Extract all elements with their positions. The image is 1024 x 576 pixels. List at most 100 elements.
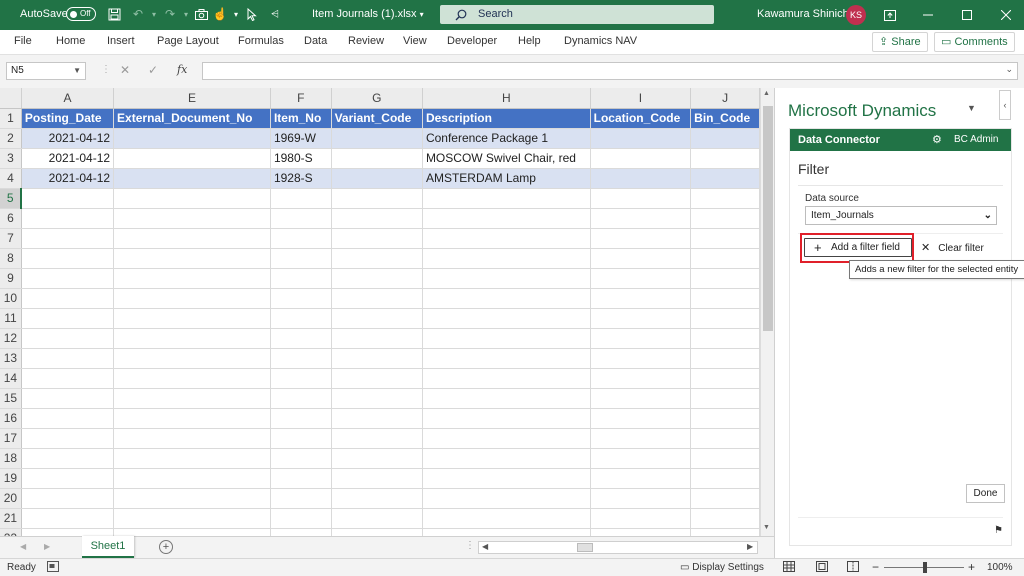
column-header[interactable]: I xyxy=(590,88,692,109)
cell[interactable]: 2021-04-12 xyxy=(21,128,115,149)
comments-button[interactable]: ▭ Comments xyxy=(934,32,1015,52)
cell[interactable] xyxy=(590,388,692,409)
cell[interactable] xyxy=(590,348,692,369)
cell[interactable] xyxy=(331,528,423,536)
vertical-scrollbar[interactable]: ▲ ▼ xyxy=(760,88,774,536)
cell[interactable] xyxy=(270,368,332,389)
tab-home[interactable]: Home xyxy=(56,35,85,47)
column-header[interactable]: A xyxy=(21,88,115,109)
cell[interactable] xyxy=(270,328,332,349)
cell[interactable] xyxy=(690,508,760,529)
gear-icon[interactable]: ⚙ xyxy=(932,129,942,151)
cell[interactable] xyxy=(331,328,423,349)
cell[interactable] xyxy=(422,288,591,309)
tab-view[interactable]: View xyxy=(403,35,427,47)
cell[interactable] xyxy=(690,408,760,429)
row-header[interactable]: 22 xyxy=(0,528,22,536)
cell[interactable] xyxy=(331,248,423,269)
row-header[interactable]: 15 xyxy=(0,388,22,409)
cell[interactable] xyxy=(113,348,271,369)
cell[interactable] xyxy=(590,128,692,149)
row-header[interactable]: 16 xyxy=(0,408,22,429)
cell[interactable] xyxy=(270,408,332,429)
cell[interactable] xyxy=(270,248,332,269)
cell[interactable] xyxy=(113,308,271,329)
data-source-select[interactable]: Item_Journals ⌄ xyxy=(805,206,997,225)
add-filter-field-button[interactable]: + Add a filter field xyxy=(804,238,912,257)
cell[interactable] xyxy=(690,348,760,369)
cell[interactable] xyxy=(270,528,332,536)
row-header[interactable]: 14 xyxy=(0,368,22,389)
cell[interactable] xyxy=(590,208,692,229)
cell[interactable] xyxy=(690,328,760,349)
cell[interactable] xyxy=(690,468,760,489)
cell[interactable]: Conference Package 1 xyxy=(422,128,591,149)
cell[interactable] xyxy=(270,448,332,469)
cell[interactable] xyxy=(113,208,271,229)
cell[interactable] xyxy=(21,528,115,536)
cell[interactable] xyxy=(270,288,332,309)
row-header[interactable]: 17 xyxy=(0,428,22,449)
tab-dynamics-nav[interactable]: Dynamics NAV xyxy=(564,35,637,47)
cell[interactable] xyxy=(331,368,423,389)
cell[interactable]: Variant_Code xyxy=(331,108,423,129)
cancel-entry-icon[interactable]: ✕ xyxy=(120,63,130,77)
cell[interactable] xyxy=(422,268,591,289)
cell[interactable] xyxy=(422,228,591,249)
row-header[interactable]: 8 xyxy=(0,248,22,269)
avatar[interactable]: KS xyxy=(846,5,866,25)
cell[interactable] xyxy=(21,448,115,469)
undo-icon[interactable]: ↶ xyxy=(130,6,146,22)
redo-icon[interactable]: ↷ xyxy=(162,6,178,22)
zoom-in-icon[interactable]: + xyxy=(968,560,975,574)
row-header[interactable]: 20 xyxy=(0,488,22,509)
select-all-corner[interactable] xyxy=(0,88,22,109)
cell[interactable]: External_Document_No xyxy=(113,108,271,129)
insert-function-icon[interactable]: fx xyxy=(177,63,187,76)
horizontal-scrollbar[interactable]: ◀ ▶ xyxy=(478,541,758,554)
maximize-icon[interactable] xyxy=(957,5,977,25)
tab-sheet1[interactable]: Sheet1 xyxy=(82,536,134,558)
close-window-icon[interactable] xyxy=(996,5,1016,25)
cell[interactable] xyxy=(422,448,591,469)
ribbon-display-options-icon[interactable] xyxy=(880,5,900,25)
row-header[interactable]: 11 xyxy=(0,308,22,329)
search-box[interactable]: Search xyxy=(440,5,714,24)
pane-options-dropdown-icon[interactable]: ▼ xyxy=(967,103,976,113)
tab-help[interactable]: Help xyxy=(518,35,541,47)
tab-file[interactable]: File xyxy=(14,35,32,47)
row-header[interactable]: 21 xyxy=(0,508,22,529)
cell[interactable] xyxy=(113,188,271,209)
cell[interactable] xyxy=(21,468,115,489)
cell[interactable] xyxy=(113,228,271,249)
cell[interactable] xyxy=(270,308,332,329)
cell[interactable] xyxy=(113,368,271,389)
page-break-view-icon[interactable] xyxy=(847,561,859,575)
cell[interactable]: 2021-04-12 xyxy=(21,168,115,189)
cell[interactable] xyxy=(690,168,760,189)
camera-icon[interactable] xyxy=(193,6,209,22)
cell[interactable] xyxy=(422,468,591,489)
row-header[interactable]: 19 xyxy=(0,468,22,489)
touch-mode-icon[interactable]: ☝ xyxy=(212,6,228,22)
scroll-up-icon[interactable]: ▲ xyxy=(763,90,770,97)
customize-toolbar-icon[interactable]: ⩤ xyxy=(267,6,283,22)
zoom-out-icon[interactable]: − xyxy=(872,560,879,574)
row-header[interactable]: 9 xyxy=(0,268,22,289)
row-header[interactable]: 10 xyxy=(0,288,22,309)
cell[interactable] xyxy=(113,508,271,529)
cell[interactable] xyxy=(422,188,591,209)
next-sheet-icon[interactable]: ▶ xyxy=(44,542,50,551)
scroll-down-icon[interactable]: ▼ xyxy=(763,524,770,531)
cell[interactable] xyxy=(113,168,271,189)
column-header[interactable]: E xyxy=(113,88,271,109)
tab-insert[interactable]: Insert xyxy=(107,35,135,47)
cell[interactable]: Location_Code xyxy=(590,108,692,129)
cell[interactable] xyxy=(21,248,115,269)
autosave-toggle[interactable]: Off xyxy=(66,7,96,21)
cell[interactable] xyxy=(21,408,115,429)
user-name[interactable]: Kawamura Shinichi xyxy=(757,8,851,20)
cell[interactable] xyxy=(331,208,423,229)
formula-bar-grip[interactable]: ⋮ xyxy=(101,64,111,75)
tab-developer[interactable]: Developer xyxy=(447,35,497,47)
